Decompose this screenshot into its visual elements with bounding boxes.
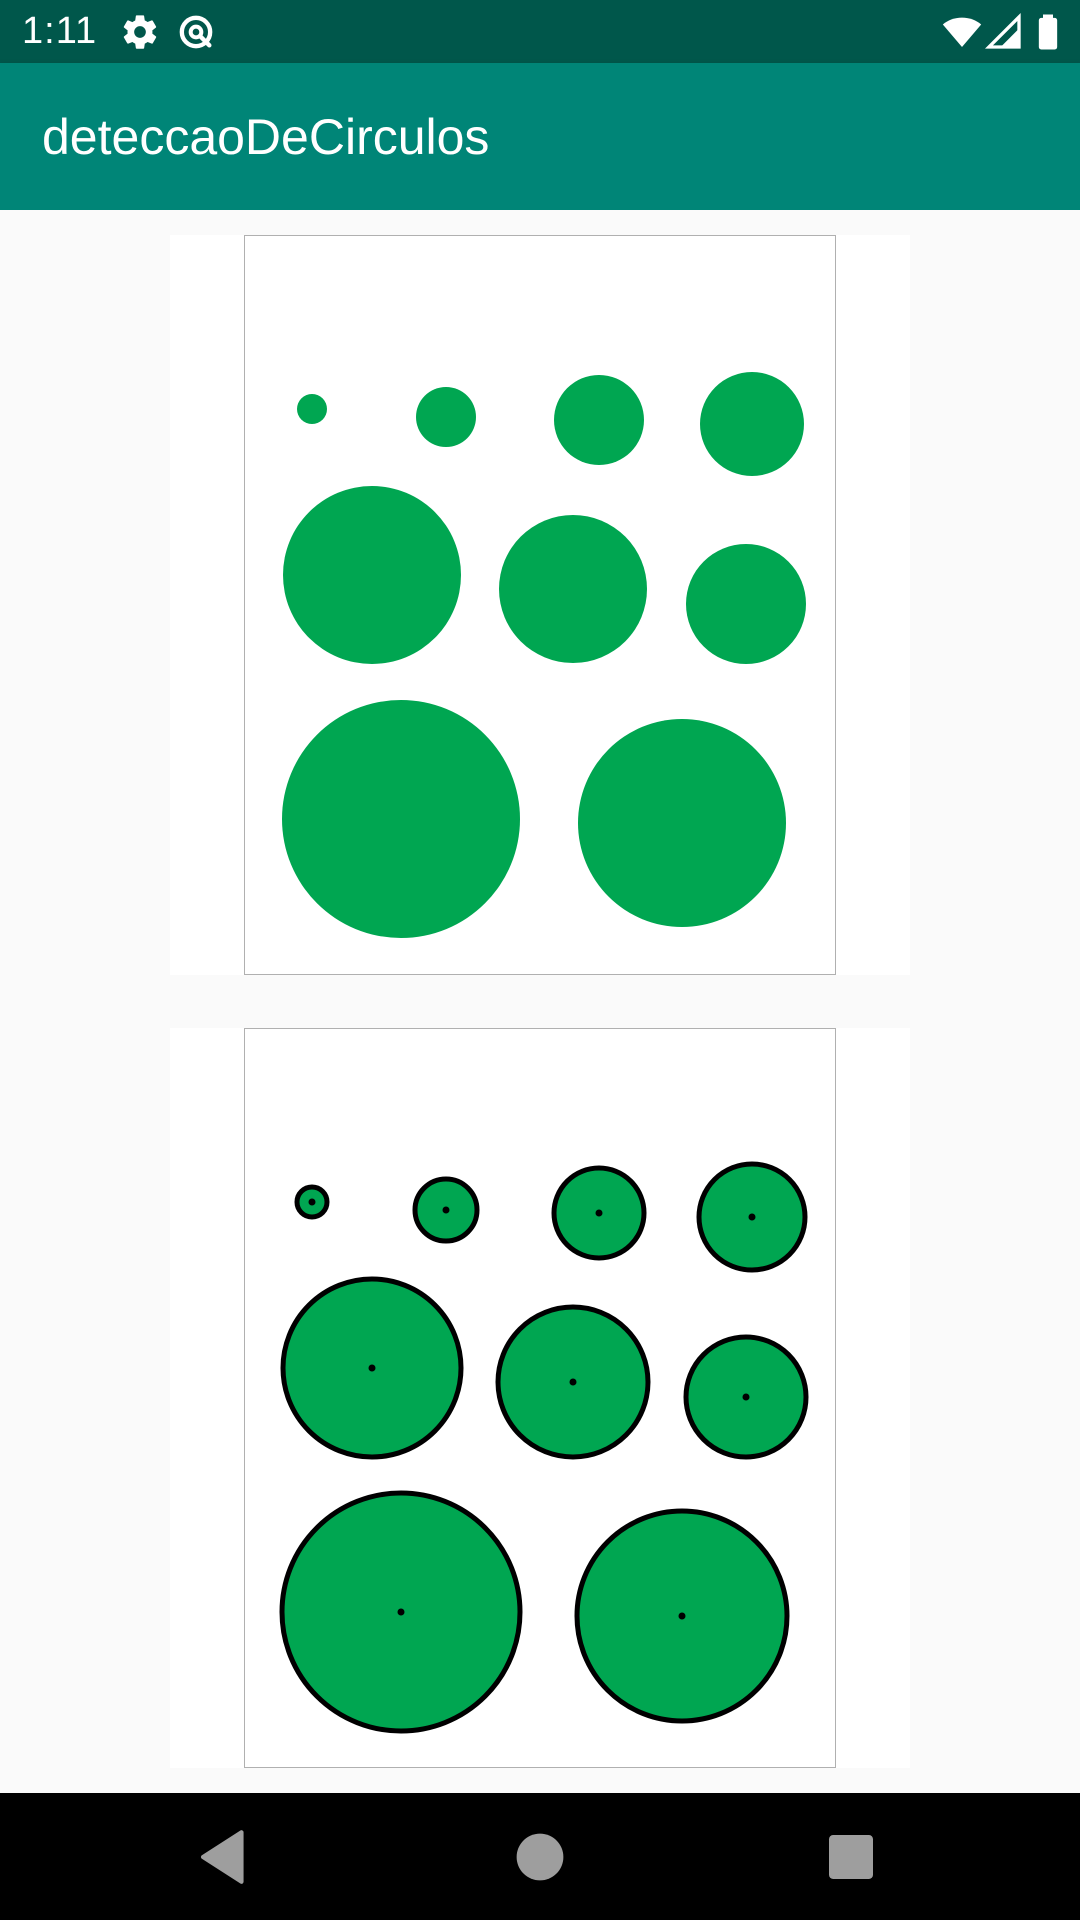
battery-icon bbox=[1038, 14, 1058, 50]
back-icon[interactable] bbox=[192, 1824, 258, 1890]
recents-icon[interactable] bbox=[818, 1824, 884, 1890]
circle-4 bbox=[700, 372, 804, 476]
app-title: deteccaoDeCirculos bbox=[42, 109, 490, 165]
data-saver-icon bbox=[179, 15, 213, 49]
content-area bbox=[0, 210, 1080, 1793]
center-dot-2 bbox=[442, 1206, 450, 1214]
circle-5 bbox=[283, 486, 461, 664]
center-dot-7 bbox=[742, 1393, 750, 1401]
app-bar: deteccaoDeCirculos bbox=[0, 63, 1080, 210]
center-dot-9 bbox=[678, 1612, 686, 1620]
detected-circles-canvas bbox=[244, 1028, 836, 1768]
circle-8 bbox=[282, 700, 520, 938]
signal-icon bbox=[984, 12, 1021, 49]
circle-6 bbox=[499, 515, 647, 663]
center-dot-6 bbox=[569, 1378, 577, 1386]
gear-icon bbox=[123, 15, 157, 49]
center-dot-4 bbox=[748, 1213, 756, 1221]
status-time: 1:11 bbox=[22, 10, 98, 52]
detected-circles-image bbox=[170, 1028, 910, 1768]
original-image bbox=[170, 235, 910, 975]
circle-2 bbox=[416, 387, 476, 447]
circle-3 bbox=[554, 375, 644, 465]
circle-7 bbox=[686, 544, 806, 664]
home-icon[interactable] bbox=[507, 1824, 573, 1890]
wifi-icon bbox=[942, 17, 982, 47]
original-image-canvas bbox=[244, 235, 836, 975]
circle-1 bbox=[297, 394, 327, 424]
center-dot-1 bbox=[308, 1198, 316, 1206]
status-bar: 1:11 bbox=[0, 0, 1080, 63]
center-dot-5 bbox=[368, 1364, 376, 1372]
center-dot-8 bbox=[397, 1608, 405, 1616]
center-dot-3 bbox=[595, 1209, 603, 1217]
circle-9 bbox=[578, 719, 786, 927]
navigation-bar bbox=[0, 1793, 1080, 1920]
